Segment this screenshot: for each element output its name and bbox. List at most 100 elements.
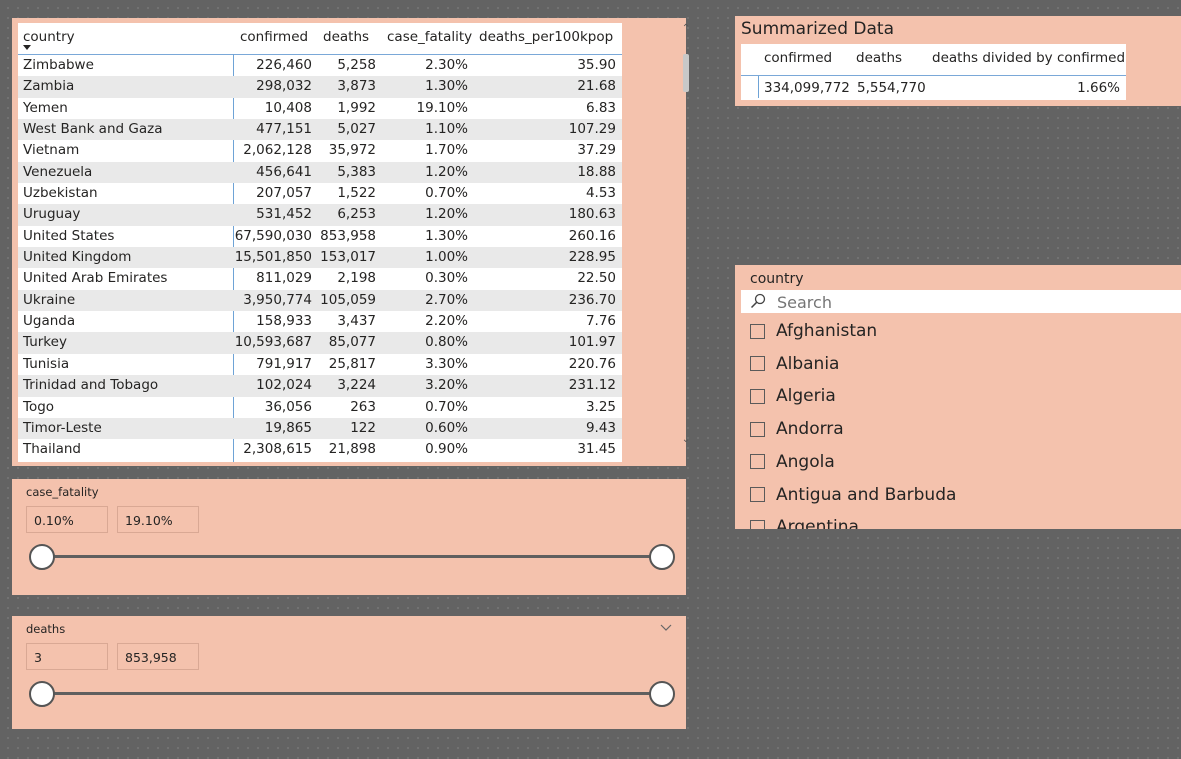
deaths-max-handle[interactable] (649, 681, 675, 707)
scroll-thumb[interactable] (683, 54, 689, 92)
cell-deaths: 3,437 (337, 313, 376, 330)
cell-country: United States (23, 227, 115, 244)
search-input[interactable] (775, 291, 1159, 313)
table-row[interactable]: United Arab Emirates 811,029 2,198 0.30% 22.… (18, 268, 622, 289)
cell-case-fatality: 2.70% (425, 291, 468, 308)
cell-country: Yemen (23, 99, 68, 116)
cell-confirmed: 811,029 (256, 270, 312, 287)
table-row[interactable]: Uzbekistan 207,057 1,522 0.70% 4.53 (18, 183, 622, 204)
deaths-min-input[interactable]: 3 (26, 643, 108, 670)
cell-deaths: 263 (350, 398, 376, 415)
country-option[interactable]: Argentina (750, 511, 859, 529)
deaths-track[interactable] (42, 692, 662, 695)
table-header: country confirmed deaths case_fatality d… (18, 23, 622, 55)
checkbox[interactable] (750, 421, 765, 437)
country-option[interactable]: Albania (750, 348, 839, 380)
column-header-deaths-per100kpop[interactable]: deaths_per100kpop (479, 29, 613, 45)
case-fatality-track[interactable] (42, 555, 662, 558)
cell-deaths-per100kpop: 35.90 (577, 57, 616, 73)
column-header-deaths[interactable]: deaths (323, 29, 369, 45)
deaths-min-handle[interactable] (29, 681, 55, 707)
chevron-down-icon[interactable] (660, 622, 672, 632)
cell-case-fatality: 0.30% (425, 270, 468, 287)
table-row[interactable]: Zambia 298,032 3,873 1.30% 21.68 (18, 76, 622, 98)
table-row[interactable]: Yemen 10,408 1,992 19.10% 6.83 (18, 98, 622, 119)
table-row[interactable]: Zimbabwe 226,460 5,258 2.30% 35.90 (18, 55, 622, 76)
chevron-up-icon[interactable]: ⌃ (680, 22, 692, 36)
cell-deaths: 3,873 (337, 78, 376, 95)
cell-deaths-per100kpop: 37.29 (577, 142, 616, 159)
table-row[interactable]: Thailand 2,308,615 21,898 0.90% 31.45 (18, 439, 622, 460)
cell-deaths: 6,253 (337, 206, 376, 223)
cell-case-fatality: 0.90% (425, 441, 468, 458)
table-row[interactable]: Turkey 10,593,687 85,077 0.80% 101.97 (18, 332, 622, 354)
country-search-box[interactable] (741, 290, 1181, 313)
cell-case-fatality: 0.60% (425, 419, 468, 436)
country-option[interactable]: Algeria (750, 380, 836, 412)
cell-deaths-per100kpop: 6.83 (585, 99, 616, 116)
cell-confirmed: 158,933 (256, 313, 312, 330)
cell-confirmed: 3,950,774 (243, 291, 312, 308)
cell-deaths-per100kpop: 22.50 (577, 270, 616, 287)
case-fatality-slicer-title: case_fatality (26, 485, 99, 499)
case-fatality-slicer: case_fatality 0.10% 19.10% (12, 479, 686, 595)
summary-header-confirmed[interactable]: confirmed (764, 50, 832, 66)
checkbox[interactable] (750, 454, 765, 470)
cell-case-fatality: 0.80% (425, 334, 468, 351)
cell-country: Togo (23, 398, 55, 415)
table-scrollbar[interactable]: ⌃ ⌄ (680, 22, 692, 447)
case-fatality-min-handle[interactable] (29, 544, 55, 570)
checkbox[interactable] (750, 519, 765, 529)
cell-deaths: 5,027 (337, 121, 376, 138)
table-row[interactable]: Ukraine 3,950,774 105,059 2.70% 236.70 (18, 289, 622, 312)
summary-header-ratio[interactable]: deaths divided by confirmed (932, 50, 1125, 66)
table-row[interactable]: Trinidad and Tobago 102,024 3,224 3.20% 231.… (18, 375, 622, 397)
summarized-data-visual: Summarized Data confirmed deaths deaths … (735, 16, 1181, 106)
table-row[interactable]: United States 67,590,030 853,958 1.30% 260.1… (18, 226, 622, 247)
case-fatality-max-input[interactable]: 19.10% (117, 506, 199, 533)
sort-desc-icon[interactable] (23, 45, 31, 50)
country-option[interactable]: Andorra (750, 413, 844, 445)
table-row[interactable]: Togo 36,056 263 0.70% 3.25 (18, 397, 622, 418)
cell-case-fatality: 19.10% (416, 99, 468, 116)
table-row[interactable]: Timor-Leste 19,865 122 0.60% 9.43 (18, 417, 622, 440)
cell-confirmed: 791,917 (256, 355, 312, 372)
country-option[interactable]: Angola (750, 446, 835, 478)
table-row[interactable]: United Kingdom 15,501,850 153,017 1.00% 228.… (18, 247, 622, 269)
country-option[interactable]: Antigua and Barbuda (750, 479, 956, 511)
country-option-label: Antigua and Barbuda (776, 484, 957, 505)
cell-confirmed: 226,460 (256, 57, 312, 73)
column-header-country[interactable]: country (23, 29, 75, 45)
cell-confirmed: 36,056 (264, 398, 312, 415)
cell-deaths: 85,077 (328, 334, 376, 351)
table-row[interactable]: Venezuela 456,641 5,383 1.20% 18.88 (18, 161, 622, 184)
checkbox[interactable] (750, 323, 765, 339)
summary-header-deaths[interactable]: deaths (856, 50, 902, 66)
country-option[interactable]: Afghanistan (750, 315, 877, 347)
table-row[interactable]: Uruguay 531,452 6,253 1.20% 180.63 (18, 204, 622, 226)
table-row[interactable]: Tunisia 791,917 25,817 3.30% 220.76 (18, 354, 622, 375)
column-header-case-fatality[interactable]: case_fatality (387, 29, 472, 45)
summary-value-ratio: 1.66% (1077, 80, 1120, 96)
checkbox[interactable] (750, 356, 765, 372)
cell-confirmed: 102,024 (256, 377, 312, 394)
case-fatality-max-handle[interactable] (649, 544, 675, 570)
deaths-max-input[interactable]: 853,958 (117, 643, 199, 670)
checkbox[interactable] (750, 388, 765, 404)
cell-case-fatality: 1.10% (425, 121, 468, 138)
cell-country: Tunisia (23, 355, 70, 372)
cell-confirmed: 477,151 (256, 121, 312, 138)
cell-case-fatality: 1.00% (425, 249, 468, 266)
table-row[interactable]: West Bank and Gaza 477,151 5,027 1.10% 107.2… (18, 119, 622, 141)
cell-country: Zimbabwe (23, 57, 94, 73)
cell-deaths: 105,059 (320, 291, 376, 308)
chevron-down-icon[interactable]: ⌄ (680, 433, 692, 447)
cell-country: Uzbekistan (23, 185, 98, 202)
cell-deaths-per100kpop: 220.76 (568, 355, 616, 372)
cell-deaths: 1,992 (337, 99, 376, 116)
column-header-confirmed[interactable]: confirmed (240, 29, 308, 45)
case-fatality-min-input[interactable]: 0.10% (26, 506, 108, 533)
checkbox[interactable] (750, 487, 765, 502)
table-row[interactable]: Uganda 158,933 3,437 2.20% 7.76 (18, 311, 622, 332)
table-row[interactable]: Vietnam 2,062,128 35,972 1.70% 37.29 (18, 140, 622, 161)
